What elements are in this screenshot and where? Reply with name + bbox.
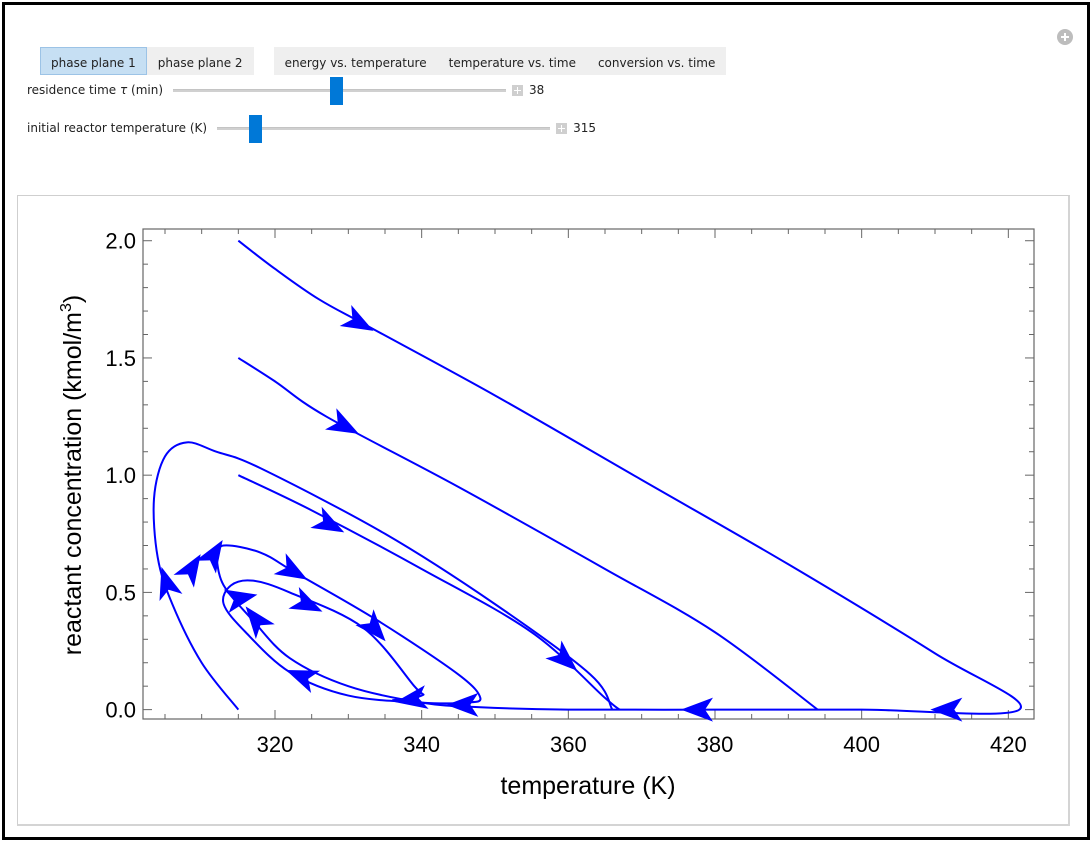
arrowhead [245, 606, 275, 639]
x-tick-label: 380 [697, 732, 734, 757]
x-tick-label: 340 [403, 732, 440, 757]
arrowhead [159, 566, 183, 602]
x-tick-label: 420 [990, 732, 1027, 757]
arrowhead [325, 408, 359, 434]
x-tick-label: 320 [257, 732, 294, 757]
direction-arrow [355, 609, 386, 642]
phase-plane-chart: 320 340 360 380 400 420 0.0 0.5 1.0 1.5 2.0 temper… [58, 228, 1035, 800]
y-tick-label: 1.0 [105, 463, 136, 488]
y-tick-label: 0.0 [105, 698, 136, 723]
direction-arrow [325, 408, 359, 434]
direction-arrow [339, 304, 374, 331]
y-axis-label: reactant concentration (kmol/m3) [58, 295, 87, 655]
arrowhead [273, 553, 308, 580]
trajectory-line [152, 441, 614, 711]
y-tick-label: 2.0 [105, 229, 136, 254]
plot-frame [142, 228, 1035, 720]
y-tick-label: 0.5 [105, 580, 136, 605]
trajectory-line [215, 239, 1022, 715]
x-tick-label: 400 [843, 732, 880, 757]
x-axis-label: temperature (K) [500, 772, 675, 800]
y-tick-label: 1.5 [105, 346, 136, 371]
trajectory-line [237, 357, 819, 711]
direction-arrow [273, 553, 308, 580]
arrowhead [355, 609, 386, 642]
arrowhead [195, 540, 223, 574]
direction-arrow [446, 692, 479, 717]
direction-arrow [245, 606, 275, 639]
direction-arrow [159, 566, 183, 602]
x-tick-label: 360 [550, 732, 587, 757]
arrowhead [446, 692, 479, 717]
direction-arrow [195, 540, 223, 574]
arrowhead [339, 304, 374, 331]
